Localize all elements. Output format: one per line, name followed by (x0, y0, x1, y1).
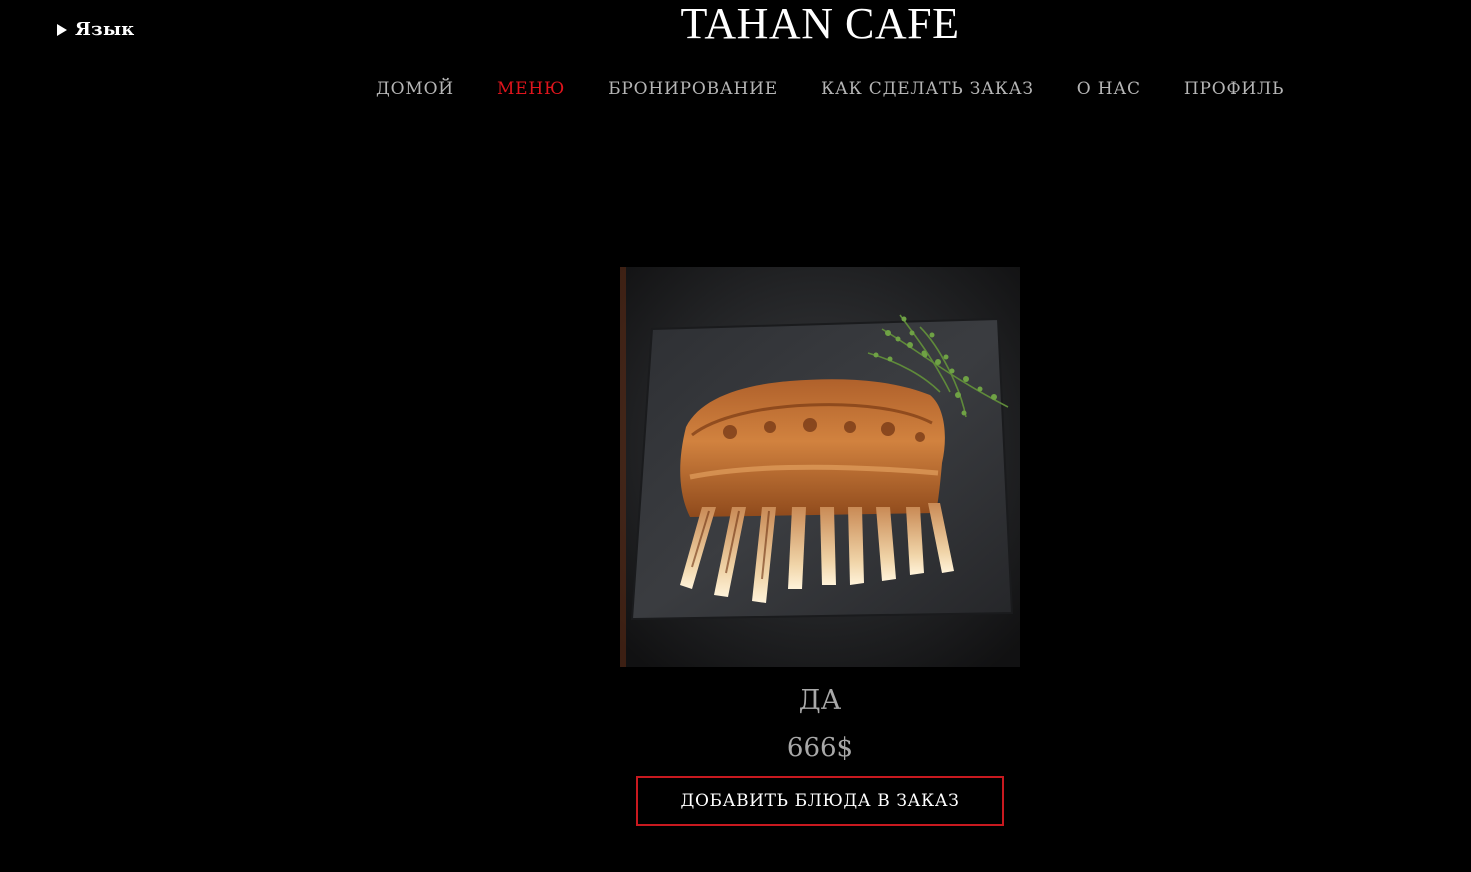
nav-item-menu[interactable]: МЕНЮ (497, 79, 565, 99)
nav-item-about[interactable]: О НАС (1077, 79, 1141, 99)
nav-item-how-to-order[interactable]: КАК СДЕЛАТЬ ЗАКАЗ (821, 79, 1034, 99)
site-title[interactable]: TAHAN CAFE (0, 0, 1471, 48)
nav-item-profile[interactable]: ПРОФИЛЬ (1184, 79, 1284, 99)
dish-price: 666$ (786, 733, 854, 763)
page: Язык TAHAN CAFE ДОМОЙ МЕНЮ БРОНИРОВАНИЕ … (0, 0, 1471, 872)
add-to-order-button[interactable]: ДОБАВИТЬ БЛЮДА В ЗАКАЗ (636, 776, 1004, 826)
main-nav: ДОМОЙ МЕНЮ БРОНИРОВАНИЕ КАК СДЕЛАТЬ ЗАКА… (376, 79, 1284, 99)
nav-item-home[interactable]: ДОМОЙ (376, 79, 454, 99)
nav-item-booking[interactable]: БРОНИРОВАНИЕ (608, 79, 778, 99)
dish-name: ДА (798, 685, 842, 716)
dish-image (620, 267, 1020, 667)
